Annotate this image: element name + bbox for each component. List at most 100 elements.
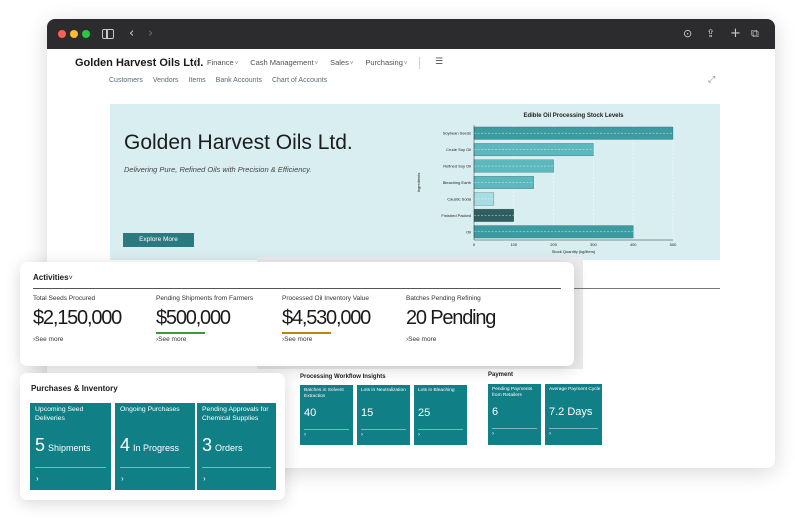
chevron-down-icon: ˅ — [68, 275, 73, 282]
purchases-title: Purchases & Inventory — [31, 384, 118, 393]
tile-separator — [35, 467, 106, 468]
activities-card: Activities˅ Total Seeds Procured $2,150,… — [20, 262, 574, 366]
tabs-overview-icon[interactable]: ⧉ — [751, 25, 759, 43]
menu-item-cash-management[interactable]: Cash Management˅ — [250, 58, 318, 69]
hero-banner: Golden Harvest Oils Ltd. Delivering Pure… — [110, 104, 720, 260]
menu-item-sales[interactable]: Sales˅ — [330, 58, 353, 69]
back-icon[interactable]: ‹ — [129, 25, 134, 43]
chevron-right-icon[interactable]: › — [549, 431, 551, 437]
chevron-right-icon[interactable]: › — [203, 474, 206, 483]
see-more-link[interactable]: ›See more — [33, 336, 121, 343]
minimize-window-button[interactable] — [70, 30, 78, 38]
workflow-tile-bleaching[interactable]: Lots in Bleaching 25 › — [414, 385, 467, 445]
chart-bar — [473, 225, 634, 239]
chart-category-label: Caustic Soda — [447, 196, 472, 201]
subnav-chart-of-accounts[interactable]: Chart of Accounts — [272, 77, 327, 84]
chart-x-tick-label: 400 — [630, 242, 637, 247]
kpi-label: Batches Pending Refining — [406, 295, 481, 302]
chart-y-axis-label: Ingredients — [416, 173, 421, 193]
chart-x-tick-label: 100 — [510, 242, 517, 247]
chart-title: Edible Oil Processing Stock Levels — [523, 113, 624, 119]
share-icon[interactable]: ⇪ — [706, 25, 715, 43]
new-tab-icon[interactable]: + — [730, 25, 741, 43]
workflow-tile-solvent[interactable]: Batches in Solvent Extraction 40 › — [300, 385, 353, 445]
tile-value: 4 In Progress — [120, 435, 180, 455]
chevron-right-icon[interactable]: › — [36, 474, 39, 483]
payment-tile-cycle[interactable]: Average Payment Cycle 7.2 Days › — [545, 384, 602, 445]
kpi-label: Processed Oil Inventory Value — [282, 295, 369, 302]
activities-title[interactable]: Activities˅ — [33, 273, 73, 282]
expand-icon[interactable]: ⤢ — [708, 75, 715, 85]
zoom-window-button[interactable] — [82, 30, 90, 38]
hero-title: Golden Harvest Oils Ltd. — [124, 131, 353, 154]
company-name[interactable]: Golden Harvest Oils Ltd. — [75, 57, 203, 69]
tile-value: 15 — [361, 407, 374, 419]
chart-x-tick-label: 300 — [590, 242, 597, 247]
kpi-label: Pending Shipments from Farmers — [156, 295, 254, 302]
tile-label: Ongoing Purchases — [120, 406, 180, 413]
tile-separator — [120, 467, 190, 468]
tile-label: Upcoming Seed Deliveries — [35, 406, 84, 422]
chevron-right-icon[interactable]: › — [304, 432, 306, 438]
tile-separator — [549, 428, 598, 429]
chart-x-tick-label: 200 — [550, 242, 557, 247]
chevron-right-icon[interactable]: › — [361, 432, 363, 438]
payment-tile-pending[interactable]: Pending Payments from Retailers 6 › — [488, 384, 541, 445]
tile-ongoing-purchases[interactable]: Ongoing Purchases 4 In Progress › — [115, 403, 195, 490]
see-more-link[interactable]: ›See more — [156, 336, 253, 343]
explore-more-button[interactable]: Explore More — [123, 233, 194, 247]
activities-divider — [33, 288, 561, 289]
kpi-indicator-bar — [406, 332, 455, 334]
kpi-indicator-bar — [282, 332, 331, 334]
tile-value: 5 Shipments — [35, 435, 91, 455]
chevron-right-icon[interactable]: › — [418, 432, 420, 438]
tile-upcoming-deliveries[interactable]: Upcoming Seed Deliveries 5 Shipments › — [30, 403, 111, 490]
tile-value: 6 — [492, 406, 499, 418]
tile-pending-approvals[interactable]: Pending Approvals for Chemical Supplies … — [197, 403, 276, 490]
chart-category-label: Refined Soy Oil — [443, 164, 471, 169]
tile-separator — [202, 467, 271, 468]
kpi-indicator-bar — [33, 332, 82, 334]
chevron-right-icon[interactable]: › — [492, 431, 494, 437]
tile-separator — [418, 429, 463, 430]
sidebar-toggle-icon[interactable] — [102, 29, 114, 39]
tile-label: Batches in Solvent Extraction — [304, 388, 344, 399]
hamburger-menu-icon[interactable]: ☰ — [435, 57, 443, 67]
see-more-link[interactable]: ›See more — [282, 336, 370, 343]
kpi-processed-oil[interactable]: Processed Oil Inventory Value $4,530,000… — [282, 295, 371, 343]
chart-category-label: Oil — [466, 229, 471, 234]
tile-value: 25 — [418, 407, 431, 419]
menu-separator — [196, 57, 197, 69]
subnav-items[interactable]: Items — [189, 77, 206, 84]
tile-label: Pending Approvals for Chemical Supplies — [202, 406, 269, 422]
subnav-vendors[interactable]: Vendors — [153, 77, 179, 84]
menu-item-purchasing[interactable]: Purchasing˅ — [365, 58, 407, 69]
see-more-link[interactable]: ›See more — [406, 336, 495, 343]
kpi-pending-shipments[interactable]: Pending Shipments from Farmers $500,000 … — [156, 295, 253, 343]
chevron-right-icon[interactable]: › — [121, 474, 124, 483]
kpi-batches-pending[interactable]: Batches Pending Refining 20 Pending ›See… — [406, 295, 496, 343]
tile-separator — [304, 429, 349, 430]
forward-icon[interactable]: › — [148, 25, 153, 43]
chart-x-tick-label: 0 — [473, 242, 476, 247]
tile-value: 3 Orders — [202, 435, 243, 455]
chart-bar — [473, 208, 514, 222]
chevron-down-icon: ˅ — [349, 61, 354, 67]
main-menu: Finance˅ Cash Management˅ Sales˅ Purchas… — [196, 57, 430, 69]
close-window-button[interactable] — [58, 30, 66, 38]
kpi-value: $500,000 — [156, 307, 231, 329]
kpi-total-seeds[interactable]: Total Seeds Procured $2,150,000 ›See mor… — [33, 295, 122, 343]
chart-category-label: Bleaching Earth — [443, 180, 471, 185]
app-header: Golden Harvest Oils Ltd. Finance˅ Cash M… — [47, 49, 775, 99]
kpi-indicator-bar — [156, 332, 205, 334]
tile-separator — [492, 428, 537, 429]
purchases-inventory-card: Purchases & Inventory Upcoming Seed Deli… — [20, 373, 285, 500]
subnav-customers[interactable]: Customers — [109, 77, 143, 84]
subnav-bank-accounts[interactable]: Bank Accounts — [216, 77, 262, 84]
download-icon[interactable]: ⊙ — [683, 25, 692, 43]
menu-item-finance[interactable]: Finance˅ — [207, 58, 238, 69]
hero-subtitle: Delivering Pure, Refined Oils with Preci… — [124, 165, 312, 174]
payment-title: Payment — [488, 372, 514, 378]
workflow-title: Processing Workflow Insights — [300, 374, 386, 380]
workflow-tile-neutralization[interactable]: Lots in Neutralization 15 › — [357, 385, 410, 445]
